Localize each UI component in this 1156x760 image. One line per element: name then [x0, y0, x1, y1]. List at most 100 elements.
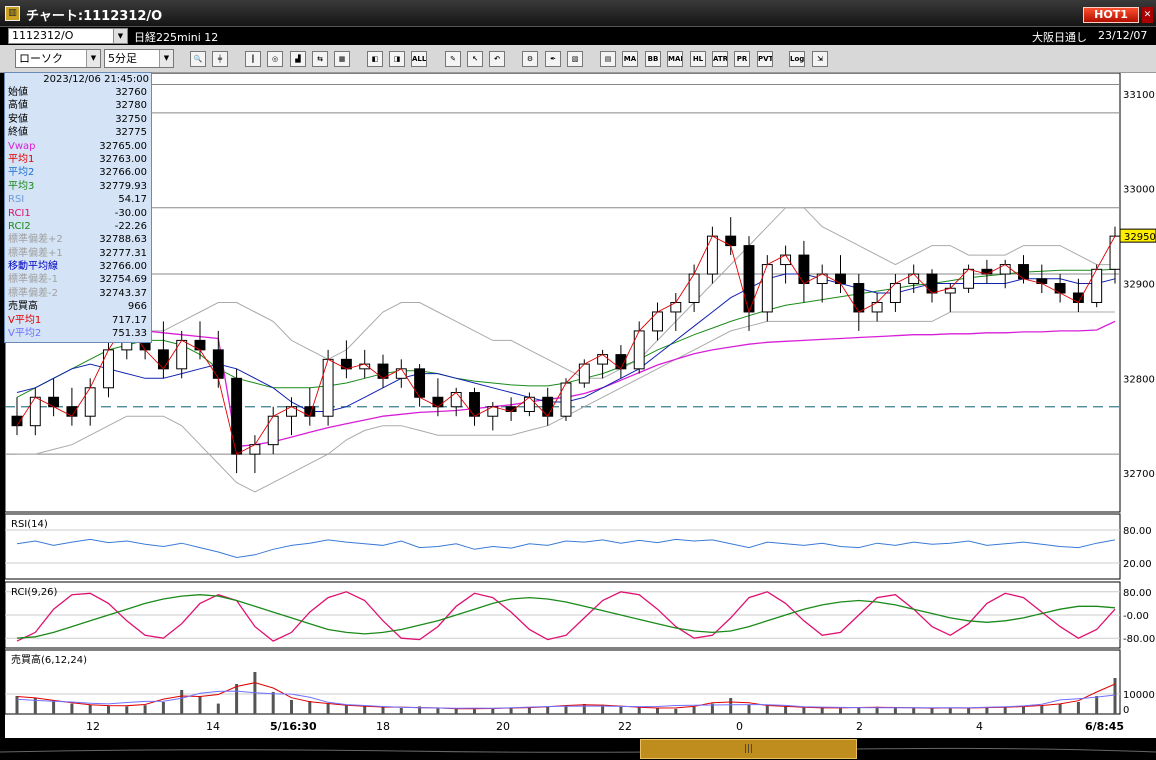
hot-badge[interactable]: HOT1 [1083, 7, 1139, 23]
time-axis [5, 715, 1156, 738]
table-icon[interactable]: ▤ [600, 51, 616, 67]
volume-bar [619, 706, 623, 714]
volume-bar [326, 704, 330, 714]
chart-area[interactable]: 32700 32800 32900 33000 33100 32950 RSI(14) 80.… [4, 72, 1156, 738]
info-label: 標準偏差-2 [8, 287, 58, 299]
chevron-down-icon[interactable]: ▼ [113, 29, 127, 43]
volume-bar [527, 707, 531, 714]
pr-icon[interactable]: PR [734, 51, 750, 67]
volume-bar [1040, 705, 1044, 714]
info-row: 平均2 32766.00 [7, 166, 149, 179]
info-value: 32765.00 [99, 140, 147, 152]
candle-body [84, 387, 96, 417]
volume-bar [784, 706, 788, 714]
info-row: 標準偏差-2 32743.37 [7, 287, 149, 300]
volume-bar [15, 696, 19, 714]
volume-bar [473, 709, 476, 714]
window-titlebar: ▥ チャート:1112312/O HOT1 ✕ [0, 0, 1156, 27]
close-icon[interactable]: ✕ [1142, 7, 1153, 23]
volume-bar [857, 707, 861, 714]
candle-body [926, 273, 938, 294]
app-icon: ▥ [5, 6, 20, 21]
info-value: 32766.00 [99, 167, 147, 179]
zoom-icon[interactable]: 🔍 [190, 51, 206, 67]
y-tick-label: 32800 [1123, 374, 1155, 385]
volume-bar [729, 698, 733, 714]
hl-icon[interactable]: HL [690, 51, 706, 67]
symbol-select[interactable]: 1112312/O ▼ [8, 28, 128, 44]
candle-body [212, 349, 224, 379]
interval-select[interactable]: 5分足 ▼ [104, 49, 174, 68]
chevron-down-icon[interactable]: ▼ [159, 50, 173, 67]
bb-icon[interactable]: BB [645, 51, 661, 67]
atr-icon[interactable]: ATR [712, 51, 728, 67]
ma-icon[interactable]: MA [622, 51, 638, 67]
info-label: 標準偏差-1 [8, 274, 58, 286]
volume-bar [1003, 707, 1007, 714]
interval-value: 5分足 [108, 52, 137, 65]
pvt-icon[interactable]: PVT [757, 51, 773, 67]
all-icon[interactable]: ALL [411, 51, 427, 67]
volume-bar [820, 708, 824, 714]
y-tick-label: 33100 [1123, 90, 1155, 101]
cursor-icon[interactable]: ↖ [467, 51, 483, 67]
info-row: 標準偏差-1 32754.69 [7, 273, 149, 286]
candle-icon[interactable]: ┃ [245, 51, 261, 67]
cycle-icon[interactable]: ◎ [267, 51, 283, 67]
volume-bar [235, 684, 239, 714]
chart-scrollbar[interactable]: ||| [0, 738, 1156, 760]
volume-bar [436, 708, 440, 714]
x-tick-label: 18 [376, 720, 390, 733]
rsi-tick: 80.00 [1123, 526, 1152, 537]
export-icon[interactable]: ⇲ [812, 51, 828, 67]
volume-bar [1022, 706, 1025, 714]
info-value: 32779.93 [99, 180, 147, 192]
volume-bar [70, 703, 74, 714]
rsi-tick: 20.00 [1123, 559, 1152, 570]
volume-bar [216, 703, 220, 714]
volume-tick: 0 [1123, 705, 1129, 716]
y-tick-label: 33000 [1123, 185, 1155, 196]
candle-body [560, 382, 572, 417]
volume-bar [930, 707, 934, 714]
volume-bar [948, 708, 952, 714]
candle-body [889, 283, 901, 303]
candle-body [322, 358, 334, 417]
disabled-icon[interactable]: ▦ [334, 51, 350, 67]
candle-body [578, 363, 590, 384]
scroll-overview [0, 747, 1156, 753]
scroll-thumb[interactable]: ||| [640, 739, 857, 759]
price-chart[interactable]: 32700 32800 32900 33000 33100 32950 RSI(14) 80.… [4, 72, 1156, 738]
info-row: RSI 54.17 [7, 193, 149, 206]
palette-icon[interactable]: ▧ [567, 51, 583, 67]
info-label: 平均1 [8, 153, 35, 165]
split-icon[interactable]: ◨ [389, 51, 405, 67]
volume-bar [381, 707, 385, 714]
candle-body [231, 377, 243, 455]
pen-icon[interactable]: ✎ [445, 51, 461, 67]
chart-icon[interactable]: ▟ [290, 51, 306, 67]
info-value: 32775 [115, 127, 147, 139]
volume-bar [107, 705, 110, 714]
chevron-down-icon[interactable]: ▼ [86, 50, 100, 67]
volume-label: 売買高(6,12,24) [11, 653, 87, 666]
wrench-icon[interactable]: ✒ [545, 51, 561, 67]
log-icon[interactable]: Log [789, 51, 805, 67]
x-tick-label: 2 [856, 720, 863, 733]
info-label: 終値 [8, 127, 28, 139]
x-tick-label: 12 [86, 720, 100, 733]
undo-icon[interactable]: ↶ [489, 51, 505, 67]
crosshair-icon[interactable]: ╪ [212, 51, 228, 67]
arrows-icon[interactable]: ⇆ [312, 51, 328, 67]
info-label: 平均2 [8, 167, 35, 179]
compare-icon[interactable]: ◧ [367, 51, 383, 67]
volume-tick: 10000 [1123, 690, 1155, 701]
gear-icon[interactable]: ⚙ [522, 51, 538, 67]
chart-type-select[interactable]: ローソク ▼ [15, 49, 101, 68]
mae-icon[interactable]: MAE [667, 51, 683, 67]
volume-bar [180, 690, 184, 714]
volume-bar [1113, 678, 1117, 714]
volume-bar [967, 707, 971, 714]
rsi-panel-frame [4, 513, 1121, 580]
volume-bar [582, 704, 586, 714]
